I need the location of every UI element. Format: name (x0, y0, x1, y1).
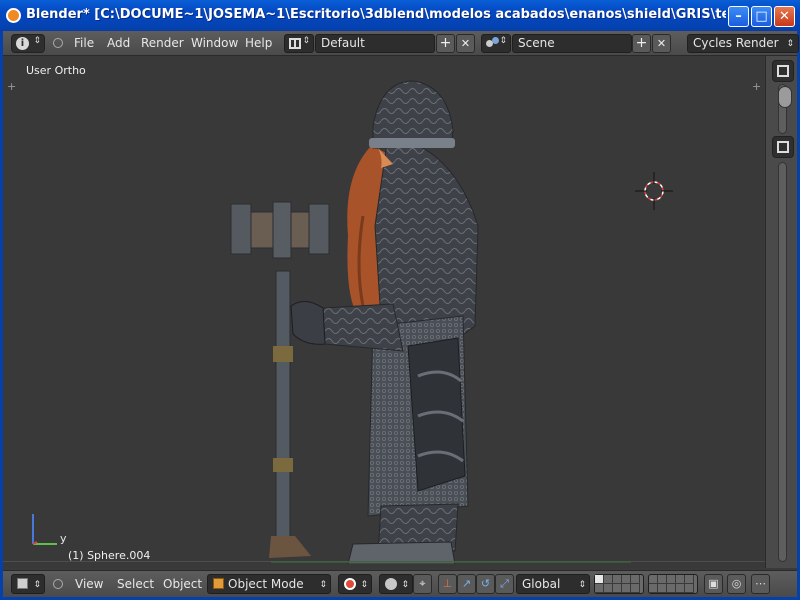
dwarf-model[interactable] (213, 76, 503, 564)
3d-viewport[interactable]: User Ortho + + y (1) Sphere.004 (3, 56, 765, 568)
collapse-menus-icon[interactable] (53, 579, 63, 589)
minimize-button[interactable]: – (728, 6, 749, 27)
maximize-button[interactable]: □ (751, 6, 772, 27)
menu-object[interactable]: Object (163, 577, 202, 591)
properties-side-panel (765, 56, 797, 568)
translate-manipulator-icon[interactable]: ⊥ (438, 574, 457, 594)
editor-type-selector[interactable]: i ⇕ (11, 34, 45, 53)
close-button[interactable]: ✕ (774, 6, 795, 27)
manipulator-toggle[interactable]: ⌖ (413, 574, 432, 594)
info-icon: i (16, 37, 29, 50)
scene-selector[interactable]: ⇕ (481, 34, 511, 53)
mode-label: Object Mode (228, 577, 304, 591)
render-engine-selector[interactable]: Cycles Render ⇕ (687, 34, 799, 53)
updown-arrow-icon: ⇕ (33, 580, 41, 590)
screen-layout-name[interactable]: Default (315, 34, 435, 53)
scene-name[interactable]: Scene (512, 34, 632, 53)
updown-arrow-icon: ⇕ (401, 580, 409, 590)
scale-icon[interactable]: ⤢ (495, 574, 514, 594)
collapse-menus-icon[interactable] (53, 38, 63, 48)
screen-layout-selector[interactable]: ⇕ (284, 34, 314, 53)
toolshelf-toggle-icon[interactable]: + (7, 80, 16, 93)
menu-window[interactable]: Window (191, 36, 238, 50)
3d-view-icon (17, 578, 28, 589)
outliner-editor-button[interactable] (772, 60, 794, 82)
mode-selector[interactable]: Object Mode ⇕ (207, 574, 331, 594)
updown-arrow-icon: ⇕ (33, 36, 41, 46)
transform-orientation-selector[interactable]: Global ⇕ (516, 574, 590, 594)
add-scene-button[interactable]: + (632, 34, 651, 53)
shading-icon (344, 578, 356, 590)
updown-arrow-icon: ⇕ (499, 36, 507, 46)
info-header: i ⇕ File Add Render Window Help ⇕ Defaul… (3, 31, 799, 56)
blender-app-icon (6, 8, 21, 23)
render-engine-label: Cycles Render (693, 36, 779, 50)
properties-toggle-icon[interactable]: + (752, 80, 761, 93)
updown-arrow-icon: ⇕ (786, 39, 794, 49)
menu-render[interactable]: Render (141, 36, 184, 50)
properties-scrollbar[interactable] (778, 162, 787, 562)
orientation-label: Global (522, 577, 561, 591)
updown-arrow-icon: ⇕ (360, 580, 368, 590)
rotate-icon[interactable]: ↺ (476, 574, 495, 594)
menu-add[interactable]: Add (107, 36, 130, 50)
lock-camera-layers-icon[interactable]: ▣ (704, 574, 723, 594)
window-title: Blender* [C:\DOCUME~1\JOSEMA~1\Escritori… (26, 7, 726, 22)
add-screen-button[interactable]: + (436, 34, 455, 53)
object-mode-cube-icon (213, 578, 224, 589)
outliner-scroll-thumb[interactable] (778, 86, 792, 108)
3d-view-header: ⇕ View Select Object Object Mode ⇕ ⇕ ⇕ ⌖… (3, 570, 797, 597)
window-title-bar: Blender* [C:\DOCUME~1\JOSEMA~1\Escritori… (0, 0, 800, 31)
menu-view[interactable]: View (75, 577, 103, 591)
updown-arrow-icon: ⇕ (319, 580, 327, 590)
remove-screen-button[interactable]: ✕ (456, 34, 475, 53)
scene-icon (486, 37, 500, 51)
pivot-icon (385, 578, 397, 590)
remove-scene-button[interactable]: ✕ (652, 34, 671, 53)
editor-type-selector-3d[interactable]: ⇕ (11, 574, 45, 594)
view-label: User Ortho (26, 64, 86, 77)
3d-cursor-icon (635, 172, 673, 210)
properties-icon (777, 141, 789, 153)
snap-icon[interactable]: ⋯ (751, 574, 770, 594)
menu-file[interactable]: File (74, 36, 94, 50)
axis-y-label: y (60, 532, 67, 545)
proportional-edit-icon[interactable]: ◎ (727, 574, 746, 594)
viewport-shading-selector[interactable]: ⇕ (338, 574, 372, 594)
axis-gizmo: y (32, 514, 67, 545)
y-axis-line (271, 561, 631, 563)
outliner-icon (777, 65, 789, 77)
layers-grid-2[interactable] (648, 574, 698, 594)
properties-editor-button[interactable] (772, 136, 794, 158)
updown-arrow-icon: ⇕ (302, 36, 310, 46)
updown-arrow-icon: ⇕ (578, 580, 586, 590)
layout-grid-icon (289, 38, 301, 49)
menu-help[interactable]: Help (245, 36, 272, 50)
layers-grid-1[interactable] (594, 574, 644, 594)
menu-select[interactable]: Select (117, 577, 154, 591)
move-arrow-icon[interactable]: ↗ (457, 574, 476, 594)
pivot-point-selector[interactable]: ⇕ (379, 574, 413, 594)
